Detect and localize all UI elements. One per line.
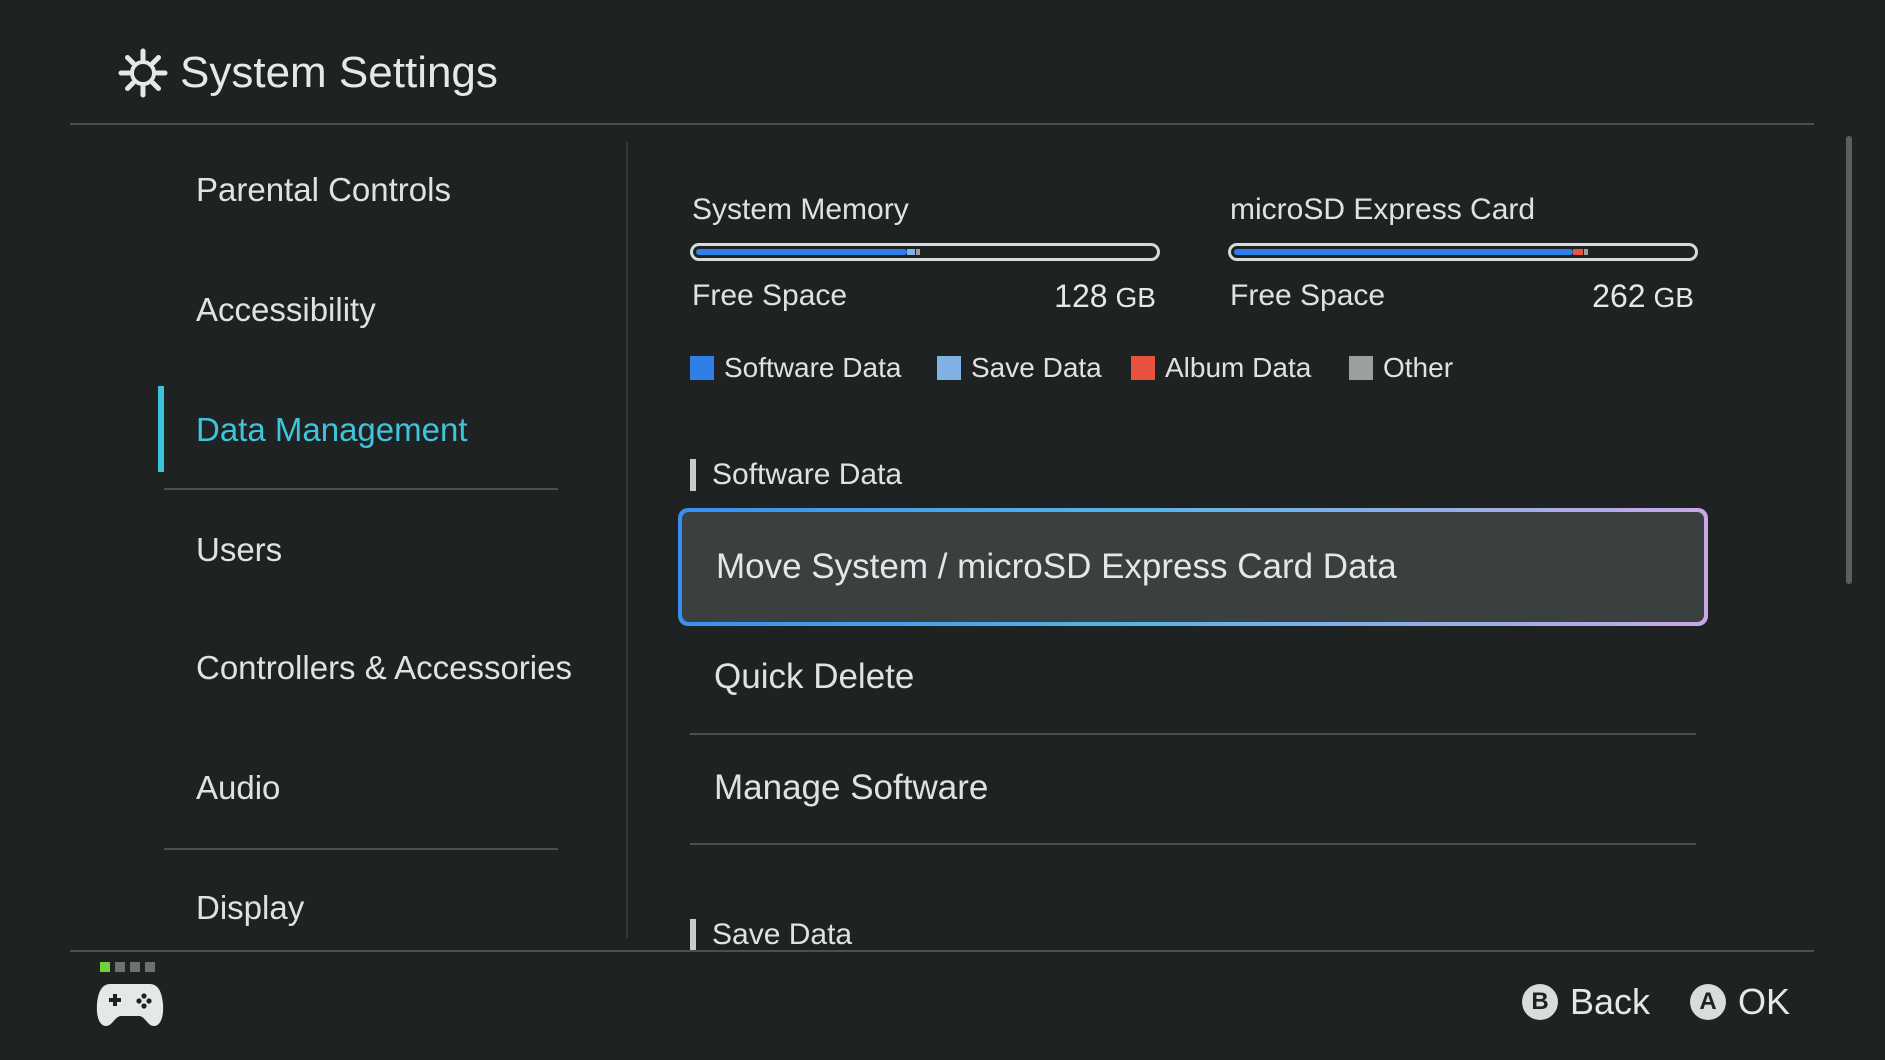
legend-save-data: Save Data	[937, 352, 1102, 384]
a-button-icon: A	[1690, 984, 1726, 1020]
back-label: Back	[1570, 981, 1651, 1022]
sidebar-divider-line	[164, 488, 558, 490]
footer-divider	[70, 950, 1814, 952]
legend-label: Album Data	[1165, 352, 1312, 383]
menu-divider	[690, 733, 1696, 735]
section-title-save-data: Save Data	[712, 918, 853, 951]
ok-button[interactable]: A OK	[1690, 980, 1790, 1024]
player-4-dot	[145, 962, 155, 972]
other-swatch	[1349, 356, 1373, 380]
microsd-free-space-unit: GB	[1653, 282, 1694, 313]
back-button[interactable]: B Back	[1522, 980, 1650, 1024]
sidebar-item-parental-controls[interactable]: Parental Controls	[196, 170, 451, 210]
microsd-label: microSD Express Card	[1230, 193, 1536, 226]
legend-album-data: Album Data	[1131, 352, 1311, 384]
other-data-fill	[1584, 249, 1588, 255]
microsd-free-space-value: 262 GB	[1592, 278, 1694, 316]
player-2-dot	[115, 962, 125, 972]
menu-item-quick-delete[interactable]: Quick Delete	[714, 656, 914, 698]
sidebar-item-data-management[interactable]: Data Management	[196, 410, 468, 450]
system-memory-usage-bar	[690, 243, 1160, 261]
player-indicator	[100, 962, 155, 972]
sidebar-divider-line	[164, 848, 558, 850]
section-title-software-data: Software Data	[712, 458, 903, 491]
controller-icon	[96, 984, 164, 1026]
microsd-usage-bar	[1228, 243, 1698, 261]
active-indicator	[158, 386, 164, 472]
sidebar-item-audio[interactable]: Audio	[196, 768, 280, 808]
legend-other: Other	[1349, 352, 1453, 384]
sidebar-item-display[interactable]: Display	[196, 888, 304, 928]
ok-label: OK	[1738, 981, 1791, 1022]
page-title: System Settings	[180, 48, 498, 97]
system-free-space-number: 128	[1054, 278, 1108, 314]
microsd-free-space-label: Free Space	[1230, 279, 1386, 312]
menu-item-move-data[interactable]: Move System / microSD Express Card Data	[678, 508, 1708, 626]
legend-label: Other	[1383, 352, 1454, 383]
save-data-swatch	[937, 356, 961, 380]
sidebar-item-users[interactable]: Users	[196, 530, 282, 570]
menu-item-manage-software[interactable]: Manage Software	[714, 767, 988, 809]
b-button-icon: B	[1522, 984, 1558, 1020]
system-free-space-value: 128 GB	[1054, 278, 1156, 316]
section-marker	[690, 919, 696, 951]
player-3-dot	[130, 962, 140, 972]
menu-divider	[690, 843, 1696, 845]
system-free-space-unit: GB	[1115, 282, 1156, 313]
legend-software-data: Software Data	[690, 352, 901, 384]
section-marker	[690, 459, 696, 491]
sidebar-item-controllers-accessories[interactable]: Controllers & Accessories	[196, 648, 572, 688]
gear-icon	[118, 48, 168, 98]
microsd-free-space-number: 262	[1592, 278, 1646, 314]
other-data-fill	[916, 249, 920, 255]
header: System Settings	[0, 0, 1885, 126]
header-divider	[70, 123, 1814, 125]
album-data-swatch	[1131, 356, 1155, 380]
software-data-fill	[696, 249, 907, 255]
system-memory-label: System Memory	[692, 193, 909, 226]
player-1-dot	[100, 962, 110, 972]
save-data-fill	[907, 249, 915, 255]
menu-item-label: Move System / microSD Express Card Data	[682, 512, 1704, 622]
software-data-swatch	[690, 356, 714, 380]
sidebar-item-accessibility[interactable]: Accessibility	[196, 290, 376, 330]
system-free-space-label: Free Space	[692, 279, 848, 312]
sidebar-separator	[626, 142, 628, 938]
software-data-fill	[1234, 249, 1573, 255]
legend-label: Software Data	[724, 352, 902, 383]
legend-label: Save Data	[971, 352, 1102, 383]
album-data-fill	[1573, 249, 1583, 255]
scrollbar[interactable]	[1846, 136, 1852, 584]
